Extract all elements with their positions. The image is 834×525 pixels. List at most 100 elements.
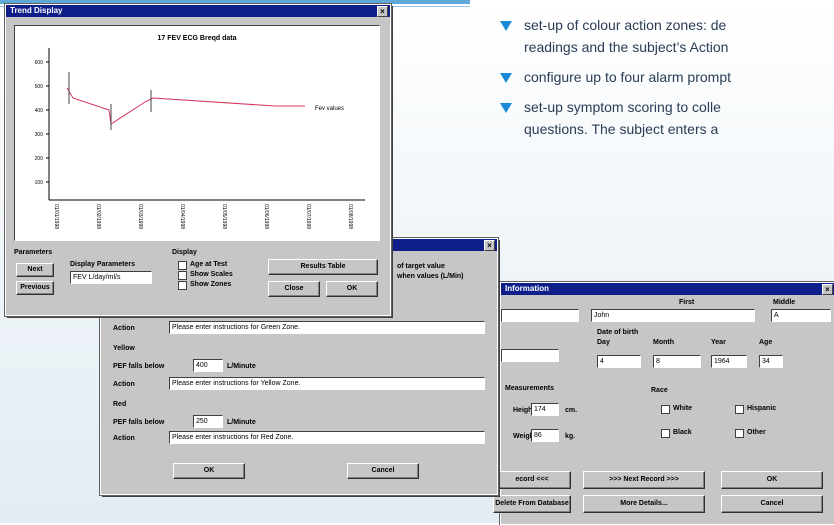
day-field[interactable]: 4: [597, 355, 641, 368]
y-tick-label: 400: [35, 108, 44, 114]
close-icon[interactable]: ×: [822, 284, 833, 295]
previous-record-button[interactable]: ecord <<<: [493, 471, 571, 489]
x-tick-label: 01/02/1998: [95, 204, 101, 229]
series-label: Fev values: [315, 106, 344, 112]
red-action-label: Action: [113, 435, 135, 442]
ok-button[interactable]: OK: [721, 471, 823, 489]
year-label: Year: [711, 339, 726, 346]
next-button[interactable]: Next: [16, 263, 54, 277]
close-button[interactable]: Close: [268, 281, 320, 297]
x-tick-label: 01/07/1998: [305, 204, 311, 229]
bullet-text: configure up to four alarm prompt: [524, 69, 731, 85]
bullet-text: readings and the subject’s Action: [524, 39, 729, 55]
cancel-button[interactable]: Cancel: [347, 463, 419, 479]
ok-button[interactable]: OK: [326, 281, 378, 297]
yellow-action-field[interactable]: Please enter instructions for Yellow Zon…: [169, 377, 485, 390]
race-black-label: Black: [673, 429, 692, 436]
bullet-triangle-icon: [500, 73, 512, 83]
x-tick-label: 01/05/1998: [221, 204, 227, 229]
yellow-unit: L/Minute: [227, 363, 256, 370]
trend-plot-area: 17 FEV ECG Breqd data 600 500 400 300 200 100…: [14, 25, 380, 241]
trend-display-window: Trend Display × 17 FEV ECG Breqd data 60…: [4, 3, 392, 317]
x-tick-label: 01/04/1998: [179, 204, 185, 229]
bullet-triangle-icon: [500, 103, 512, 113]
values-unit-text: when values (L/Min): [397, 273, 464, 280]
show-zones-label: Show Zones: [190, 281, 232, 288]
yellow-zone-title: Yellow: [113, 345, 135, 352]
bullet-text: set-up symptom scoring to colle: [524, 99, 721, 115]
red-below-label: PEF falls below: [113, 419, 165, 426]
next-record-button[interactable]: >>> Next Record >>>: [583, 471, 705, 489]
bullet-item: set-up of colour action zones: de: [498, 14, 834, 36]
yellow-action-label: Action: [113, 381, 135, 388]
parameters-label: Parameters: [14, 249, 53, 256]
age-at-test-checkbox[interactable]: [178, 261, 187, 270]
cancel-button[interactable]: Cancel: [721, 495, 823, 513]
more-details-button[interactable]: More Details...: [583, 495, 705, 513]
window-title: Trend Display: [10, 6, 63, 15]
bullet-triangle-icon: [500, 21, 512, 31]
race-hispanic-checkbox[interactable]: [735, 405, 744, 414]
bullet-text: questions. The subject enters a: [524, 121, 719, 137]
month-label: Month: [653, 339, 674, 346]
race-white-radio[interactable]: [661, 405, 670, 414]
x-tick-label: 01/01/1998: [53, 204, 59, 229]
measurements-label: Measurements: [505, 385, 555, 392]
trend-chart-svg: 17 FEV ECG Breqd data 600 500 400 300 200 100…: [35, 35, 365, 229]
x-tick-label: 01/06/1998: [263, 204, 269, 229]
y-tick-label: 100: [35, 180, 44, 186]
display-label: Display: [172, 249, 197, 256]
race-label: Race: [651, 387, 668, 394]
height-field[interactable]: 174: [531, 403, 559, 416]
id-field[interactable]: [501, 349, 559, 362]
ok-button[interactable]: OK: [173, 463, 245, 479]
red-threshold-field[interactable]: 250: [193, 415, 223, 428]
race-other-checkbox[interactable]: [735, 429, 744, 438]
previous-button[interactable]: Previous: [16, 281, 54, 295]
race-black-checkbox[interactable]: [661, 429, 670, 438]
y-ticks: 600 500 400 300 200 100: [35, 60, 49, 186]
height-unit: cm.: [565, 407, 578, 414]
red-zone-title: Red: [113, 401, 127, 408]
y-tick-label: 200: [35, 156, 44, 162]
green-action-field[interactable]: Please enter instructions for Green Zone…: [169, 321, 485, 334]
bullet-item-continued: readings and the subject’s Action: [498, 36, 834, 58]
x-tick-label: 01/08/1998: [347, 204, 353, 229]
dob-label: Date of birth: [597, 329, 639, 336]
delete-from-database-button[interactable]: Delete From Database: [493, 495, 571, 513]
select-value: FEV L/day/ml/s: [73, 274, 121, 281]
red-action-field[interactable]: Please enter instructions for Red Zone.: [169, 431, 485, 444]
display-parameters-label: Display Parameters: [70, 261, 135, 268]
bullet-text: set-up of colour action zones: de: [524, 17, 727, 33]
middle-name-field[interactable]: A: [771, 309, 831, 322]
race-hispanic-label: Hispanic: [747, 405, 777, 412]
y-tick-label: 500: [35, 84, 44, 90]
year-field[interactable]: 1964: [711, 355, 747, 368]
month-field[interactable]: 8: [653, 355, 701, 368]
first-name-field[interactable]: John: [591, 309, 755, 322]
middle-label: Middle: [773, 299, 796, 306]
fev-series-line: [66, 87, 305, 125]
yellow-threshold-field[interactable]: 400: [193, 359, 223, 372]
display-parameters-select[interactable]: FEV L/day/ml/s: [70, 271, 152, 284]
window-title: Information: [505, 284, 549, 293]
close-icon[interactable]: ×: [484, 240, 495, 251]
results-table-button[interactable]: Results Table: [268, 259, 378, 275]
show-zones-checkbox[interactable]: [178, 281, 187, 290]
bullet-item: configure up to four alarm prompt: [498, 66, 834, 88]
race-other-label: Other: [747, 429, 766, 436]
x-tick-label: 01/03/1998: [137, 204, 143, 229]
y-tick-label: 300: [35, 132, 44, 138]
demographics-titlebar: Information ×: [501, 283, 834, 295]
weight-unit: kg.: [565, 433, 576, 440]
age-at-test-label: Age at Test: [190, 261, 228, 268]
red-unit: L/Minute: [227, 419, 256, 426]
feature-bullets: set-up of colour action zones: de readin…: [498, 14, 834, 148]
last-name-field[interactable]: [501, 309, 579, 322]
close-icon[interactable]: ×: [377, 6, 388, 17]
green-action-label: Action: [113, 325, 135, 332]
y-tick-label: 600: [35, 60, 44, 66]
weight-field[interactable]: 86: [531, 429, 559, 442]
demographics-window: Information × First Middle John A Date o…: [493, 281, 834, 525]
show-scales-checkbox[interactable]: [178, 271, 187, 280]
